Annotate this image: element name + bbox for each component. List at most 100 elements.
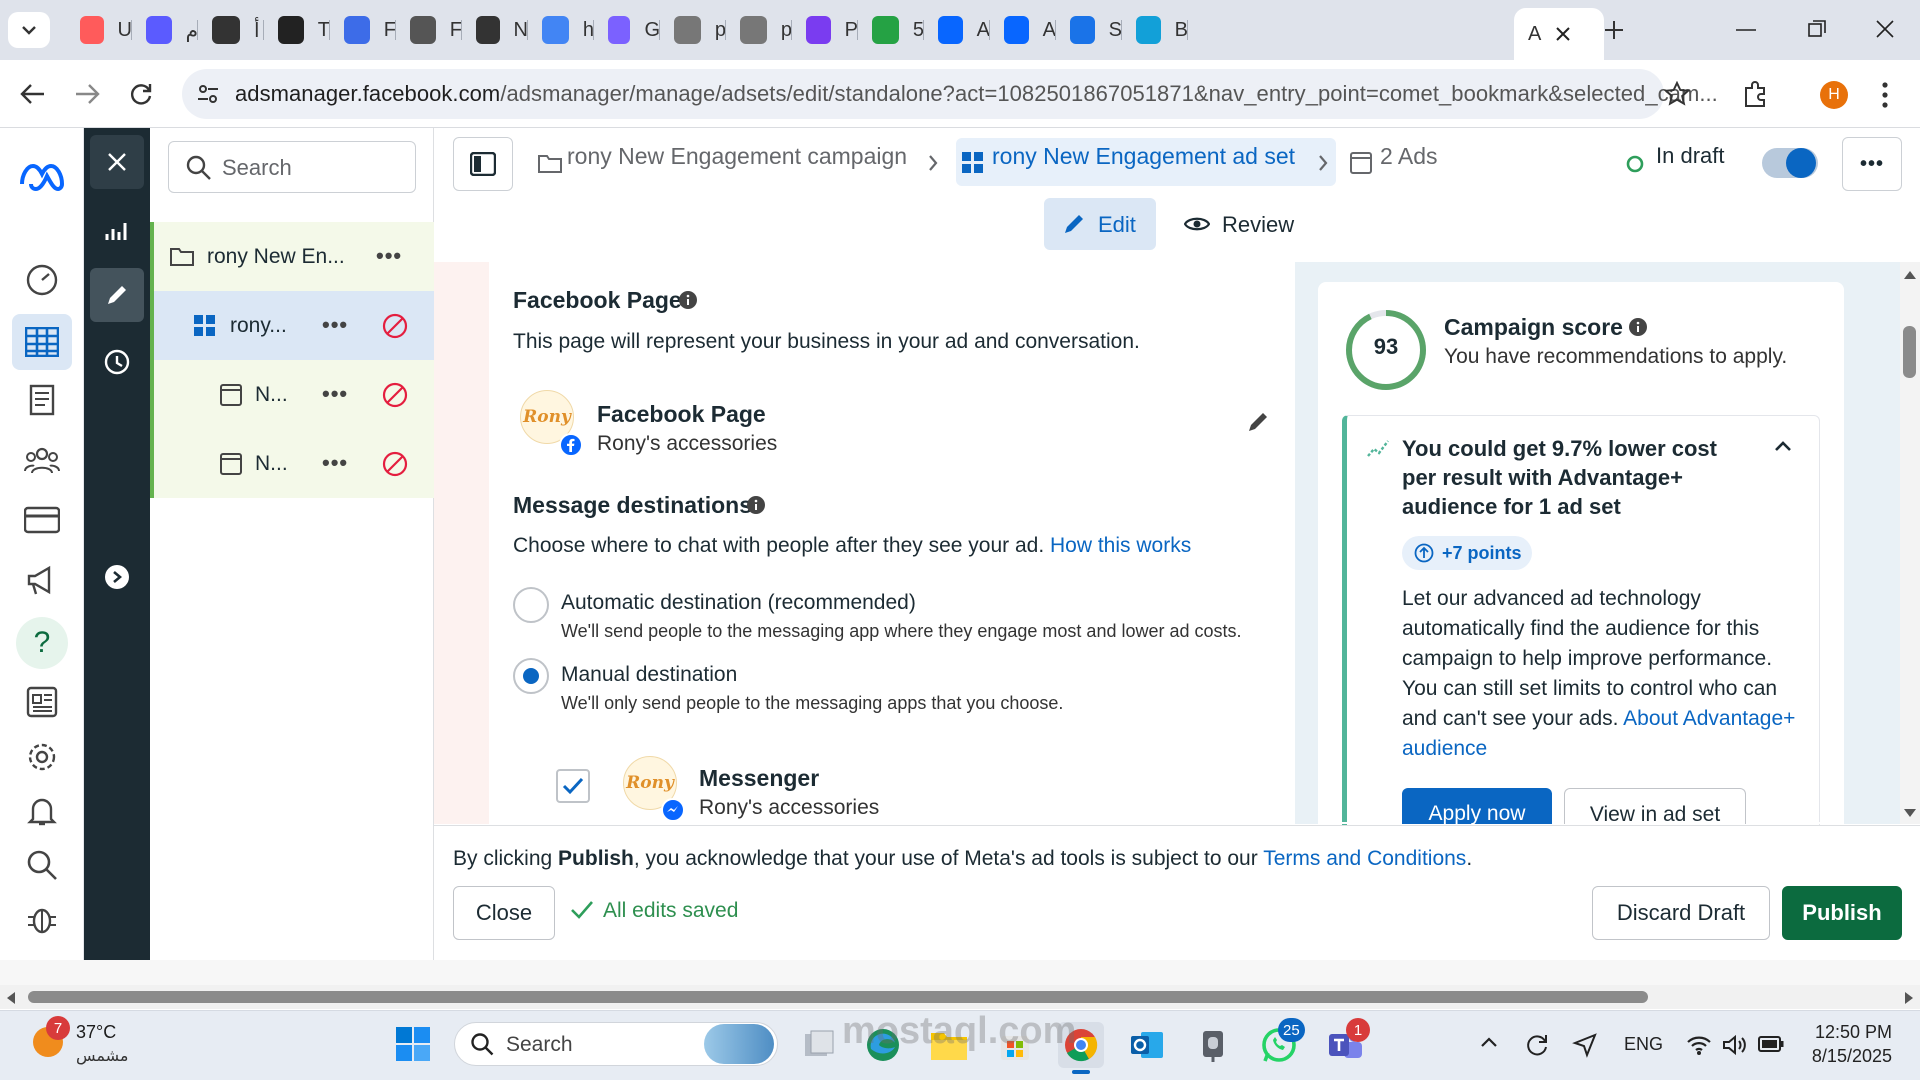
pencil-icon <box>1065 215 1083 233</box>
browser-tab[interactable]: A <box>924 11 990 49</box>
toggle-panel-button[interactable] <box>453 137 513 191</box>
minimize-icon[interactable] <box>1736 28 1756 32</box>
taskbar-app-recorder[interactable] <box>1190 1022 1236 1068</box>
language-indicator[interactable]: ENG <box>1624 1034 1663 1055</box>
discard-draft-button[interactable]: Discard Draft <box>1592 886 1770 940</box>
browser-tab[interactable]: U <box>66 11 132 49</box>
clock-time[interactable]: 12:50 PM <box>1806 1022 1892 1043</box>
radio-manual[interactable] <box>513 658 549 694</box>
browser-tab[interactable]: h <box>528 11 594 49</box>
header-more-button[interactable]: ••• <box>1842 137 1902 191</box>
tab-search-button[interactable] <box>8 12 50 48</box>
how-this-works-link[interactable]: How this works <box>1050 534 1191 557</box>
browser-tab[interactable]: p <box>660 11 726 49</box>
info-icon[interactable] <box>679 291 697 309</box>
scroll-left-icon[interactable] <box>6 991 16 1005</box>
vertical-scroll-thumb[interactable] <box>1903 326 1916 378</box>
clock-date[interactable]: 8/15/2025 <box>1796 1046 1892 1067</box>
nav-help[interactable]: ? <box>16 617 68 669</box>
close-icon[interactable] <box>1555 26 1571 42</box>
browser-tab[interactable]: P <box>792 11 858 49</box>
nav-reports[interactable] <box>22 380 62 420</box>
browser-tab[interactable]: N <box>462 11 528 49</box>
taskbar-app-outlook[interactable] <box>1124 1022 1170 1068</box>
nav-search[interactable] <box>22 845 62 885</box>
extensions-icon[interactable] <box>1742 80 1770 108</box>
profile-avatar[interactable]: H <box>1820 81 1848 109</box>
info-icon[interactable] <box>747 496 765 514</box>
close-panel-button[interactable] <box>90 135 144 189</box>
browser-tab[interactable]: أ <box>198 11 264 49</box>
browser-tab[interactable]: م <box>132 11 198 49</box>
bookmark-star-icon[interactable] <box>1664 81 1690 107</box>
nav-ads[interactable] <box>22 560 62 600</box>
pencil-icon[interactable] <box>1246 410 1270 434</box>
rail-charts-button[interactable] <box>90 204 144 258</box>
scroll-up-icon[interactable] <box>1903 270 1917 280</box>
nav-notifications[interactable] <box>22 791 62 831</box>
nav-news[interactable] <box>22 682 62 722</box>
tree-more-button[interactable]: ••• <box>376 243 402 269</box>
browser-tab[interactable]: T <box>264 11 330 49</box>
publish-button[interactable]: Publish <box>1782 886 1902 940</box>
windows-start-icon[interactable] <box>396 1027 430 1061</box>
view-in-adset-button[interactable]: View in ad set <box>1564 788 1746 824</box>
apply-now-button[interactable]: Apply now <box>1402 788 1552 824</box>
tab-review-label[interactable]: Review <box>1222 212 1294 238</box>
scroll-right-icon[interactable] <box>1904 991 1914 1005</box>
horizontal-scroll-thumb[interactable] <box>28 991 1648 1003</box>
tray-chevron-icon[interactable] <box>1480 1036 1498 1048</box>
nav-billing[interactable] <box>22 500 62 540</box>
close-button[interactable]: Close <box>453 886 555 940</box>
eye-icon[interactable] <box>1184 215 1210 233</box>
browser-tab[interactable]: S <box>1056 11 1122 49</box>
browser-menu-icon[interactable] <box>1882 82 1888 108</box>
radio-automatic[interactable] <box>513 587 549 623</box>
breadcrumb-campaign[interactable]: rony New Engagement campaign <box>567 143 907 170</box>
rail-edit-button[interactable] <box>90 268 144 322</box>
messenger-checkbox[interactable] <box>556 769 590 803</box>
browser-tab[interactable]: A <box>990 11 1056 49</box>
wifi-icon[interactable] <box>1686 1034 1712 1056</box>
location-arrow-icon[interactable] <box>1572 1032 1598 1058</box>
terms-link[interactable]: Terms and Conditions <box>1263 847 1466 870</box>
browser-tab[interactable]: p <box>726 11 792 49</box>
browser-tab-active[interactable]: A <box>1514 8 1604 60</box>
forward-arrow-icon[interactable] <box>74 82 100 106</box>
restore-icon[interactable] <box>1808 20 1826 38</box>
status-toggle[interactable] <box>1762 148 1818 178</box>
tree-more-button[interactable]: ••• <box>322 312 348 338</box>
nav-campaigns-active[interactable] <box>12 314 72 370</box>
tree-more-button[interactable]: ••• <box>322 450 348 476</box>
browser-tab[interactable]: F <box>396 11 462 49</box>
browser-tab[interactable]: B <box>1122 11 1188 49</box>
radio-dot <box>523 668 539 684</box>
nav-audiences[interactable] <box>22 440 62 480</box>
volume-icon[interactable] <box>1722 1034 1748 1056</box>
nav-settings[interactable] <box>22 737 62 777</box>
weather-widget[interactable]: 7 37°C مشمس <box>28 1016 168 1072</box>
ban-icon <box>382 451 408 477</box>
browser-tab[interactable]: 5 <box>858 11 924 49</box>
back-arrow-icon[interactable] <box>20 82 46 106</box>
breadcrumb-ads[interactable]: 2 Ads <box>1380 143 1438 170</box>
meta-logo-icon[interactable] <box>18 160 66 192</box>
browser-tab[interactable]: G <box>594 11 660 49</box>
battery-icon[interactable] <box>1758 1036 1784 1052</box>
site-info-icon[interactable] <box>196 82 220 106</box>
nav-debug[interactable] <box>22 899 62 939</box>
reload-icon[interactable] <box>128 81 154 107</box>
url-text[interactable]: adsmanager.facebook.com/adsmanager/manag… <box>235 81 1718 107</box>
window-close-icon[interactable] <box>1876 20 1894 38</box>
rail-expand-button[interactable] <box>105 565 129 589</box>
rail-history-button[interactable] <box>90 335 144 389</box>
tree-more-button[interactable]: ••• <box>322 381 348 407</box>
collapse-chevron-icon[interactable] <box>1774 440 1792 452</box>
scroll-down-icon[interactable] <box>1903 808 1917 818</box>
taskbar-app-taskview[interactable] <box>796 1022 842 1068</box>
sync-icon[interactable] <box>1524 1032 1550 1058</box>
info-icon[interactable] <box>1629 318 1647 336</box>
nav-dashboard[interactable] <box>22 260 62 300</box>
browser-tab[interactable]: F <box>330 11 396 49</box>
new-tab-icon[interactable] <box>1602 18 1626 42</box>
